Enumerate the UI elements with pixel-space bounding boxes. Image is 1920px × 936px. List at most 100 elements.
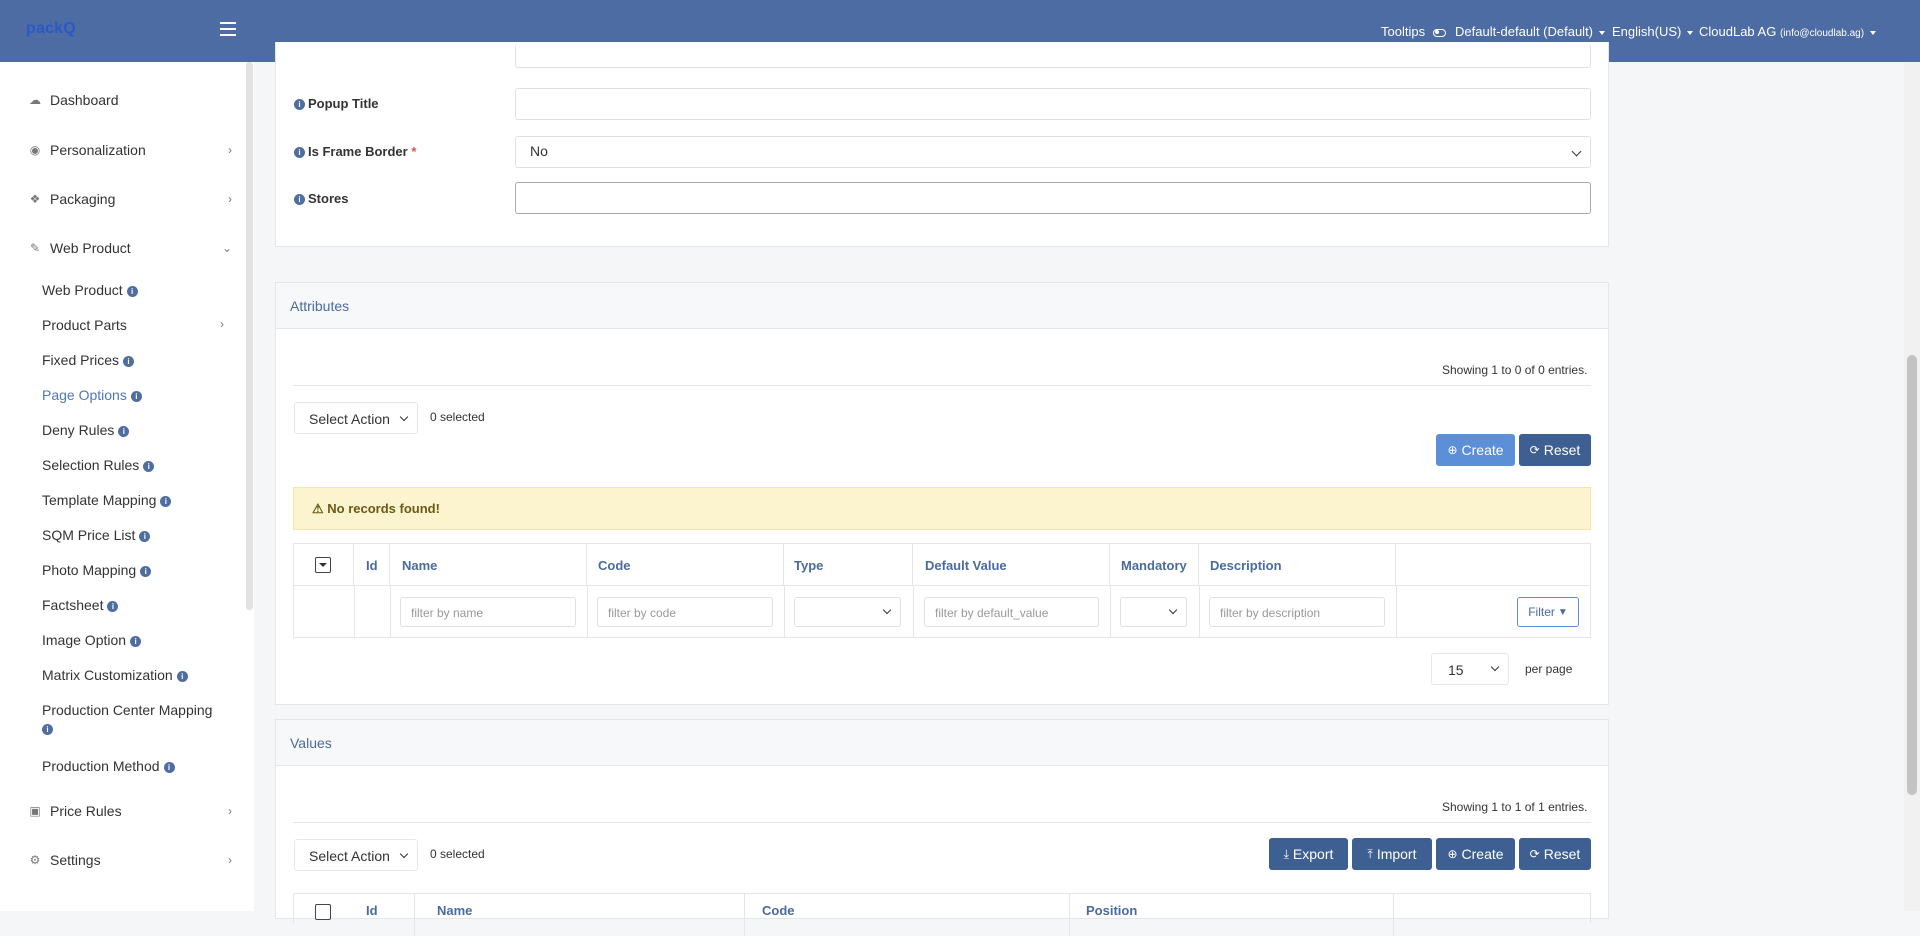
sidebar-subitem-production-center-mapping[interactable]: Production Center Mapping i <box>42 702 212 736</box>
sidebar-subitem-sqm-price-list[interactable]: SQM Price List i <box>42 527 151 543</box>
sidebar-subitem-web-product[interactable]: Web Product i <box>42 282 138 298</box>
col-divider <box>1110 586 1111 638</box>
sidebar-item-settings[interactable]: ⚙ Settings › <box>28 852 232 868</box>
caret-down-icon <box>319 563 327 567</box>
info-icon: i <box>140 565 152 577</box>
plus-circle-icon: ⊕ <box>1447 847 1458 861</box>
label-text: Stores <box>308 191 349 206</box>
download-icon: ⤓ <box>1283 846 1289 861</box>
values-column-header-code[interactable]: Code <box>750 894 1070 936</box>
sidebar-item-packaging[interactable]: ❖ Packaging › <box>28 191 232 207</box>
select-all-checkbox[interactable] <box>315 557 331 573</box>
filter-button[interactable]: Filter ▼ <box>1517 597 1579 627</box>
stores-input[interactable] <box>515 182 1591 214</box>
filter-type-select[interactable] <box>794 597 901 627</box>
values-create-button[interactable]: ⊕ Create <box>1436 838 1515 870</box>
chevron-down-icon: ⌄ <box>221 241 232 255</box>
button-label: Export <box>1292 846 1334 862</box>
language-dropdown[interactable]: English(US) <box>1612 24 1694 39</box>
sidebar-subitem-image-option[interactable]: Image Option i <box>42 632 142 648</box>
info-icon: i <box>123 355 135 367</box>
sidebar-subitem-matrix-customization[interactable]: Matrix Customization i <box>42 667 188 683</box>
values-export-button[interactable]: ⤓ Export <box>1269 838 1348 870</box>
per-page-select[interactable]: 15 <box>1431 653 1509 685</box>
attributes-reset-button[interactable]: ⟳ Reset <box>1519 434 1591 466</box>
column-header-default-value[interactable]: Default Value <box>913 544 1110 586</box>
column-header-name[interactable]: Name <box>390 544 587 586</box>
sidebar-item-price-rules[interactable]: ▣ Price Rules › <box>28 803 232 819</box>
filter-code-input[interactable]: filter by code <box>597 597 773 627</box>
filter-icon: ▼ <box>1557 606 1568 618</box>
info-icon: i <box>294 194 305 206</box>
values-reset-button[interactable]: ⟳ Reset <box>1519 838 1591 870</box>
values-column-header-id[interactable]: Id <box>355 894 415 936</box>
sidebar-item-label: Packaging <box>50 191 116 207</box>
tooltips-toggle[interactable]: Tooltips <box>1381 24 1446 39</box>
filter-mandatory-select[interactable] <box>1120 597 1187 627</box>
refresh-icon: ⟳ <box>1529 847 1540 861</box>
values-select-action[interactable]: Select Action <box>294 839 418 871</box>
menu-toggle-icon[interactable] <box>220 22 236 36</box>
attributes-table: Id Name Code Type Default Value Mandator… <box>293 543 1591 638</box>
sidebar-subitem-page-options[interactable]: Page Options i <box>42 387 142 403</box>
values-select-all-checkbox[interactable] <box>315 904 331 920</box>
filter-default-value-input[interactable]: filter by default_value <box>924 597 1099 627</box>
filter-name-input[interactable]: filter by name <box>400 597 576 627</box>
values-panel: Values <box>275 719 1609 919</box>
store-dropdown[interactable]: Default-default (Default) <box>1455 24 1606 39</box>
sidebar-subitem-factsheet[interactable]: Factsheet i <box>42 597 119 613</box>
sidebar-subitem-selection-rules[interactable]: Selection Rules i <box>42 457 155 473</box>
values-import-button[interactable]: ⤒ Import <box>1352 838 1432 870</box>
caret-down-icon <box>1687 30 1694 35</box>
column-header-description[interactable]: Description <box>1199 544 1396 586</box>
button-label: Reset <box>1543 442 1581 458</box>
attributes-select-action[interactable]: Select Action <box>294 402 418 434</box>
cut-off-field[interactable] <box>515 44 1591 68</box>
popup-title-input[interactable] <box>515 88 1591 120</box>
divider <box>293 822 1591 823</box>
info-icon: i <box>160 495 172 507</box>
chevron-right-icon: › <box>228 804 232 818</box>
column-header-id[interactable]: Id <box>355 544 390 586</box>
chevron-right-icon: › <box>220 317 224 331</box>
column-header-code[interactable]: Code <box>587 544 784 586</box>
attributes-title: Attributes <box>290 298 350 314</box>
sidebar-subitem-label: Deny Rules <box>42 422 115 438</box>
sidebar-item-dashboard[interactable]: ☁ Dashboard <box>28 92 232 108</box>
sidebar-subitem-production-method[interactable]: Production Method i <box>42 758 175 774</box>
values-column-header-name[interactable]: Name <box>425 894 745 936</box>
sidebar-subitem-fixed-prices[interactable]: Fixed Prices i <box>42 352 135 368</box>
sidebar-subitem-product-parts[interactable]: Product Parts › <box>42 317 232 333</box>
sidebar-scrollbar[interactable] <box>246 62 253 610</box>
sidebar-subitem-template-mapping[interactable]: Template Mapping i <box>42 492 172 508</box>
button-label: Create <box>1461 846 1504 862</box>
values-column-header-position[interactable]: Position <box>1074 894 1394 936</box>
frame-border-select[interactable]: No <box>515 136 1591 168</box>
select-all-header <box>294 544 354 586</box>
sidebar-subitem-label: Template Mapping <box>42 492 157 508</box>
column-header-mandatory[interactable]: Mandatory <box>1110 544 1199 586</box>
info-icon: i <box>118 425 130 437</box>
col-divider <box>913 586 914 638</box>
attributes-create-button[interactable]: ⊕ Create <box>1436 434 1515 466</box>
money-icon: ▣ <box>29 804 41 818</box>
account-dropdown[interactable]: CloudLab AG (info@cloudlab.ag) <box>1699 24 1877 39</box>
sidebar-subitem-photo-mapping[interactable]: Photo Mapping i <box>42 562 152 578</box>
column-header-type[interactable]: Type <box>784 544 913 586</box>
values-selected-count: 0 selected <box>430 847 485 861</box>
info-icon: i <box>130 390 142 402</box>
sidebar-subitem-deny-rules[interactable]: Deny Rules i <box>42 422 130 438</box>
button-label: Create <box>1461 442 1504 458</box>
per-page-value: 15 <box>1448 662 1464 678</box>
popup-title-label: i Popup Title <box>294 96 379 111</box>
column-header-actions <box>1396 544 1591 586</box>
caret-down-icon <box>1599 30 1606 35</box>
sidebar-item-personalization[interactable]: ◉ Personalization › <box>28 142 232 158</box>
brand-logo[interactable]: packQ <box>26 20 76 38</box>
info-icon: i <box>294 99 305 111</box>
filter-description-input[interactable]: filter by description <box>1209 597 1385 627</box>
chevron-down-icon <box>1168 605 1178 615</box>
page-scrollbar-thumb[interactable] <box>1907 355 1917 795</box>
sidebar-item-web-product[interactable]: ✎ Web Product ⌄ <box>28 240 232 256</box>
select-action-label: Select Action <box>309 848 390 864</box>
